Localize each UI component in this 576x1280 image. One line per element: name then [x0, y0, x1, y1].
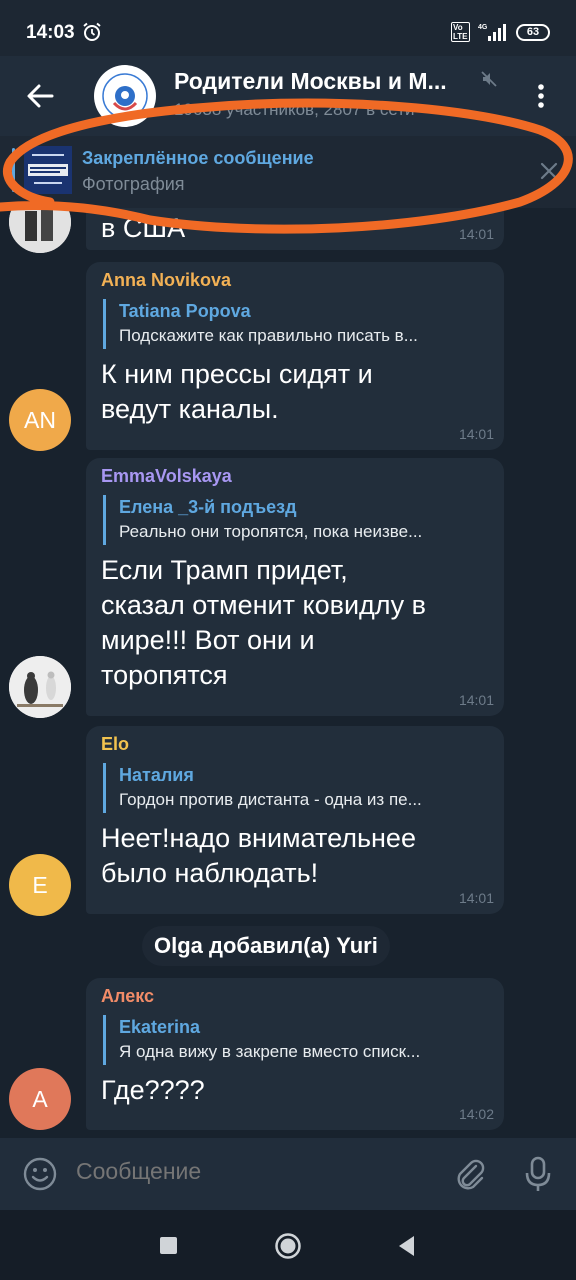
recents-button[interactable] [160, 1237, 177, 1254]
message-bubble[interactable]: Elo Наталия Гордон против дистанта - одн… [86, 726, 504, 914]
avatar[interactable] [9, 656, 71, 718]
pinned-subtitle: Фотография [82, 174, 185, 194]
muted-icon [481, 71, 497, 87]
status-time: 14:03 [26, 22, 75, 43]
group-logo-icon [96, 67, 154, 125]
message-input-bar [0, 1138, 576, 1210]
message-list[interactable]: в США 14:01 Anna Novikova Tatiana Popova… [0, 208, 576, 1138]
sender-name[interactable]: Elo [101, 734, 490, 755]
message-time: 14:01 [458, 426, 494, 442]
chat-header: Родители Москвы и М... 19638 участников,… [0, 56, 576, 136]
message-bubble[interactable]: Anna Novikova Tatiana Popova Подскажите … [86, 262, 504, 450]
message-text: Неет!надо внимательнее было наблюдать! [101, 823, 416, 888]
message-time: 14:01 [458, 692, 494, 708]
avatar[interactable]: AN [9, 389, 71, 451]
chat-title[interactable]: Родители Москвы и М... [174, 68, 474, 95]
message-time: 14:02 [458, 1106, 494, 1122]
sender-name[interactable]: Anna Novikova [101, 270, 490, 291]
reply-author: Елена _3-й подъезд [119, 497, 297, 517]
close-icon[interactable] [538, 160, 560, 182]
reply-preview[interactable]: Tatiana Popova Подскажите как правильно … [103, 299, 490, 349]
reply-preview[interactable]: Ekaterina Я одна вижу в закрепе вместо с… [103, 1015, 490, 1065]
message-time: 14:01 [458, 226, 494, 242]
message-text: Где???? [101, 1075, 205, 1105]
message-input[interactable] [76, 1158, 376, 1185]
back-arrow-icon[interactable] [22, 80, 58, 112]
message-text: Если Трамп придет, сказал отменит ковидл… [101, 555, 426, 690]
reply-text: Подскажите как правильно писать в... [119, 326, 418, 345]
message-text: в США [101, 213, 186, 243]
pinned-title: Закреплённое сообщение [82, 148, 314, 168]
pinned-message-bar[interactable]: Закреплённое сообщение Фотография [0, 136, 576, 208]
home-button[interactable] [274, 1232, 302, 1260]
battery-indicator: 63 [516, 24, 550, 41]
more-options-icon[interactable] [530, 80, 552, 112]
pinned-thumbnail [24, 146, 72, 194]
group-avatar[interactable] [94, 65, 156, 127]
status-bar: 14:03 Vo LTE 4G 63 [0, 0, 576, 56]
reply-text: Реально они торопятся, пока неизве... [119, 522, 423, 541]
pinned-indicator [12, 148, 15, 192]
chat-subtitle: 19638 участников, 2807 в сети [174, 100, 415, 119]
reply-author: Наталия [119, 765, 194, 785]
system-nav-bar [0, 1210, 576, 1280]
avatar[interactable] [9, 208, 71, 253]
reply-author: Tatiana Popova [119, 301, 251, 321]
attach-icon[interactable] [452, 1156, 488, 1192]
volte-badge: Vo LTE [451, 22, 470, 42]
signal-icon: 4G [478, 24, 506, 41]
message-bubble[interactable]: EmmaVolskaya Елена _3-й подъезд Реально … [86, 458, 504, 716]
service-message: Olga добавил(а) Yuri [142, 926, 390, 966]
reply-preview[interactable]: Наталия Гордон против дистанта - одна из… [103, 763, 490, 813]
alarm-icon [83, 22, 101, 41]
message-bubble[interactable]: в США 14:01 [86, 208, 504, 250]
message-time: 14:01 [458, 890, 494, 906]
avatar[interactable]: E [9, 854, 71, 916]
system-back-button[interactable] [396, 1234, 416, 1258]
reply-text: Гордон против дистанта - одна из пе... [119, 790, 422, 809]
sender-name[interactable]: EmmaVolskaya [101, 466, 490, 487]
emoji-icon[interactable] [22, 1156, 58, 1192]
reply-preview[interactable]: Елена _3-й подъезд Реально они торопятся… [103, 495, 490, 545]
bird-photo-icon [9, 656, 71, 718]
reply-author: Ekaterina [119, 1017, 201, 1037]
sender-name[interactable]: Алекс [101, 986, 490, 1007]
avatar[interactable]: А [9, 1068, 71, 1130]
microphone-icon[interactable] [522, 1154, 554, 1194]
message-text: К ним прессы сидят и ведут каналы. [101, 359, 373, 424]
message-bubble[interactable]: Алекс Ekaterina Я одна вижу в закрепе вм… [86, 978, 504, 1130]
network-type: 4G [478, 24, 488, 31]
reply-text: Я одна вижу в закрепе вместо списк... [119, 1042, 421, 1061]
